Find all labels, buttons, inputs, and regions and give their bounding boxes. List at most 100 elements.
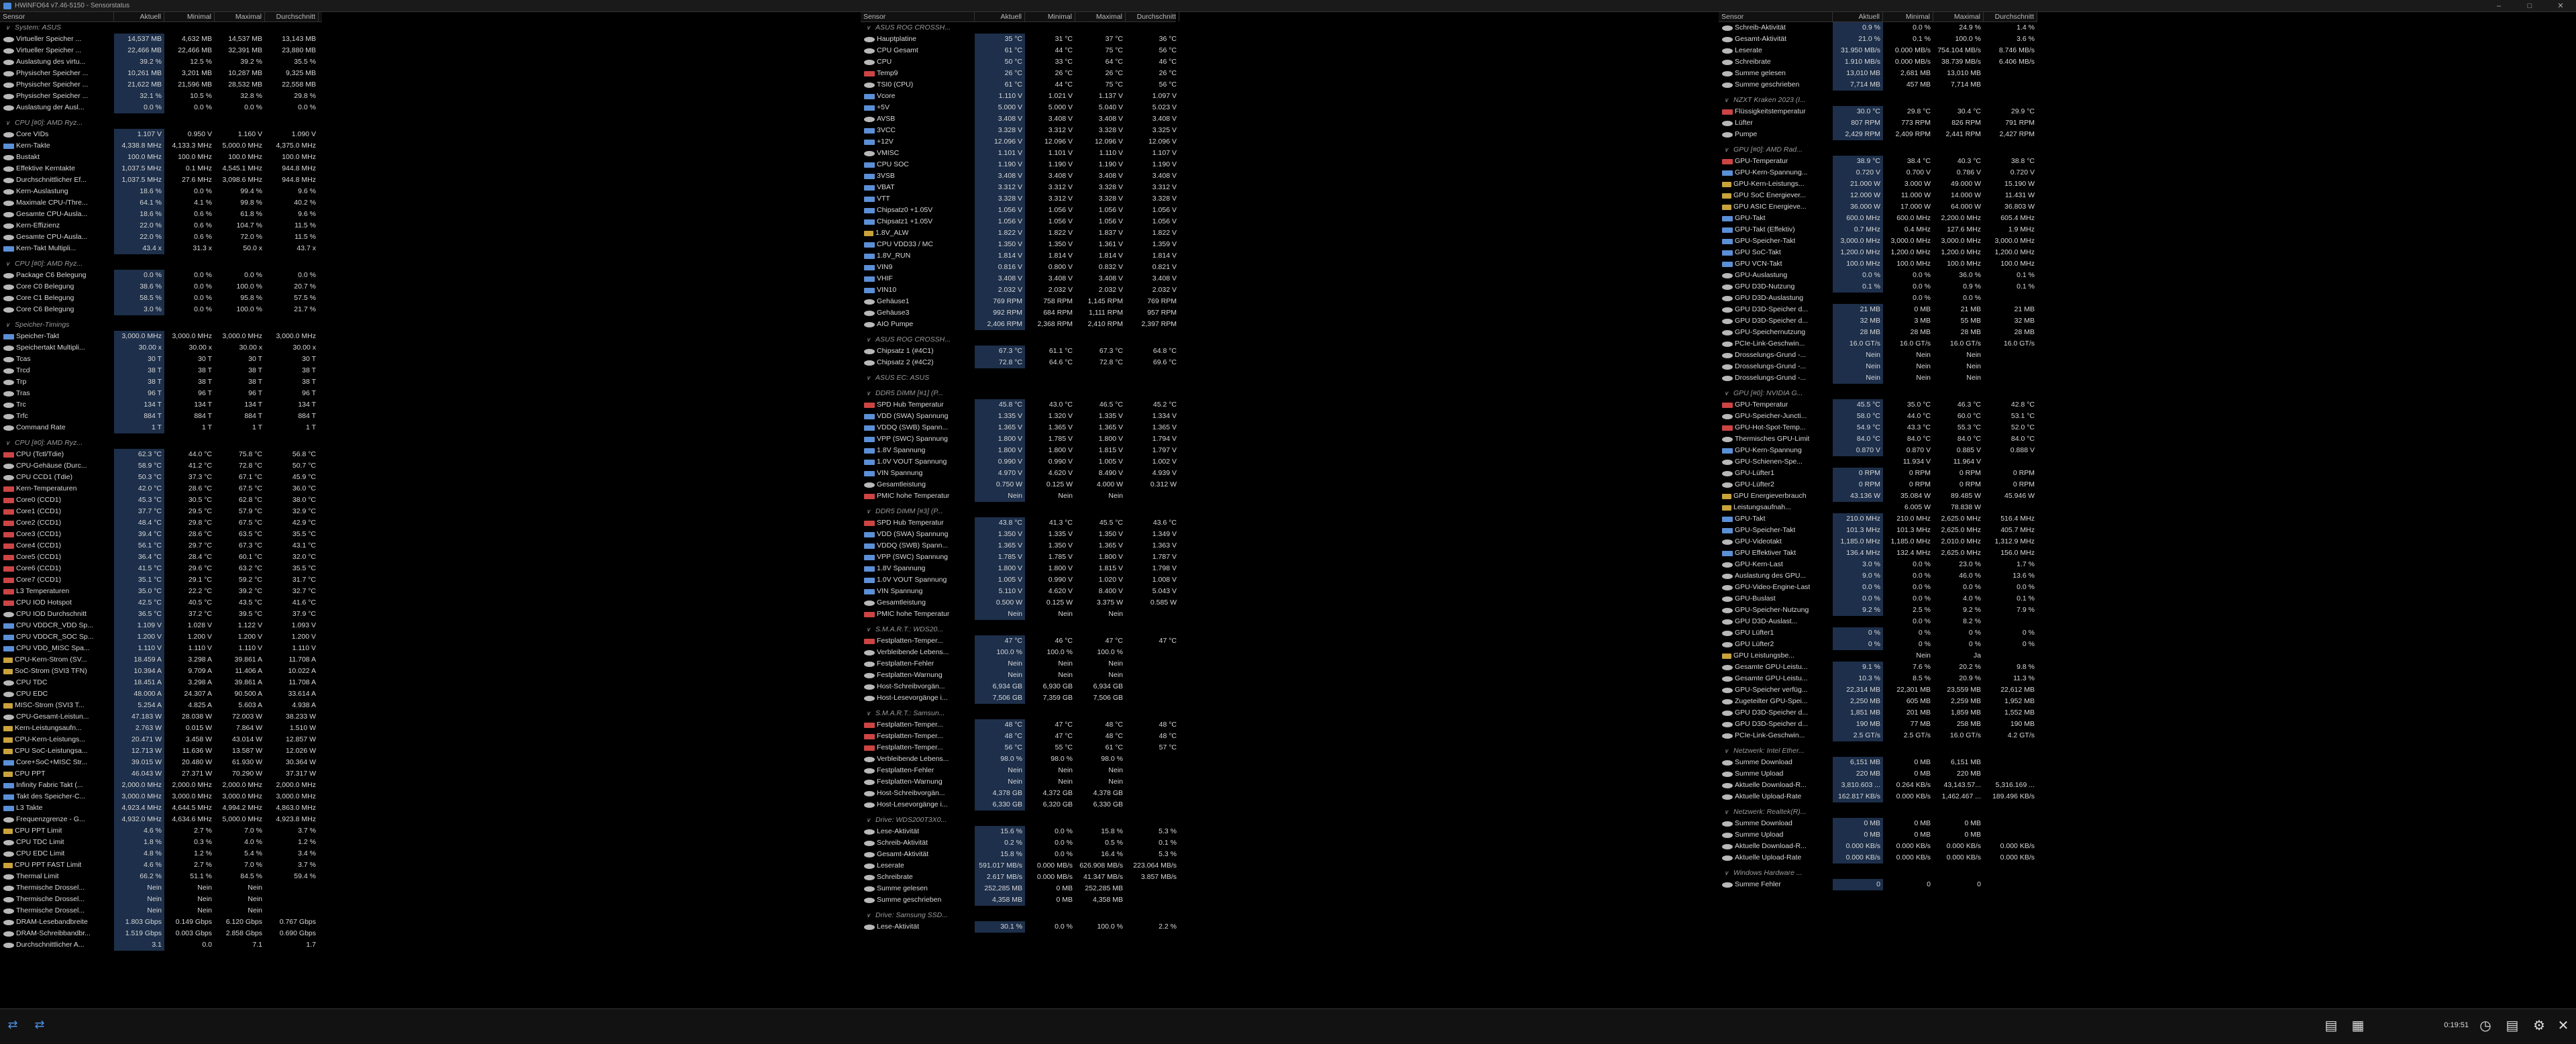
sensor-row[interactable]: Gesamtleistung 0.750 W 0.125 W 4.000 W 0.312… xyxy=(861,479,1177,490)
sensor-row[interactable]: GPU ASIC Energieve... 36.000 W 17.000 W 64.… xyxy=(1719,201,2037,213)
collapse-icon[interactable]: ∨ xyxy=(863,815,875,826)
sensor-row[interactable]: Drosselungs-Grund -... Nein Nein Nein xyxy=(1719,372,2037,384)
sensor-row[interactable]: Auslastung des GPU... 9.0 % 0.0 % 46.0 % 13.… xyxy=(1719,570,2037,582)
sensor-row[interactable]: DRAM-Lesebandbreite 1.803 Gbps 0.149 Gbps 6… xyxy=(0,917,322,928)
sensor-row[interactable]: CPU EDC 48.000 A 24.307 A 90.500 A 33.614 A xyxy=(0,688,322,700)
collapse-icon[interactable]: ∨ xyxy=(863,708,875,719)
sensor-row[interactable]: GPU-Lüfter1 0 RPM 0 RPM 0 RPM 0 RPM xyxy=(1719,468,2037,479)
collapse-icon[interactable]: ∨ xyxy=(1721,388,1733,399)
column-header-cell[interactable]: Aktuell xyxy=(975,12,1025,21)
column-header-cell[interactable]: Aktuell xyxy=(114,12,164,21)
sensor-row[interactable]: PCIe-Link-Geschwin... 2.5 GT/s 2.5 GT/s 16.… xyxy=(1719,730,2037,741)
sensor-row[interactable]: Physischer Speicher ... 21,622 MB 21,596 M… xyxy=(0,79,322,91)
sensor-row[interactable]: GPU-Takt 600.0 MHz 600.0 MHz 2,200.0 MHz 605… xyxy=(1719,213,2037,224)
sensor-row[interactable]: Chipsatz 1 (#4C1) 67.3 °C 61.1 °C 67.3 °C 64… xyxy=(861,346,1177,357)
sensor-row[interactable]: Auslastung des virtu... 39.2 % 12.5 % 39.2 … xyxy=(0,56,322,68)
sensor-row[interactable]: Festplatten-Temper... 48 °C 47 °C 48 °C 48 °… xyxy=(861,731,1177,742)
sensor-row[interactable]: GPU-Kern-Spannung... 0.720 V 0.700 V 0.786 … xyxy=(1719,167,2037,178)
sensor-row[interactable]: Hauptplatine 35 °C 31 °C 37 °C 36 °C xyxy=(861,34,1177,45)
sensor-row[interactable]: Aktuelle Upload-Rate 0.000 KB/s 0.000 KB/s… xyxy=(1719,852,2037,864)
sensor-row[interactable]: GPU D3D-Speicher d... 190 MB 77 MB 258 MB 19… xyxy=(1719,719,2037,730)
sensor-row[interactable]: CPU VDD_MISC Spa... 1.110 V 1.110 V 1.110 V… xyxy=(0,643,322,654)
sensor-row[interactable]: GPU SoC-Takt 1,200.0 MHz 1,200.0 MHz 1,200.… xyxy=(1719,247,2037,258)
sensor-row[interactable]: Durchschnittlicher A... 3.1 0.0 7.1 1.7 xyxy=(0,939,322,951)
sensor-row[interactable]: Takt des Speicher-C... 3,000.0 MHz 3,000.0… xyxy=(0,791,322,802)
sensor-row[interactable]: GPU-Kern-Last 3.0 % 0.0 % 23.0 % 1.7 % xyxy=(1719,559,2037,570)
sensor-row[interactable]: Core5 (CCD1) 36.4 °C 28.4 °C 60.1 °C 32.0 °C xyxy=(0,552,322,563)
sensor-row[interactable]: Festplatten-Warnung Nein Nein Nein xyxy=(861,670,1176,681)
sensor-row[interactable]: Zugeteilter GPU-Spei... 2,250 MB 605 MB 2,2… xyxy=(1719,696,2037,707)
sensor-row[interactable]: Gesamtleistung 0.500 W 0.125 W 3.375 W 0.585… xyxy=(861,597,1177,609)
sensor-row[interactable]: Host-Schreibvorgän... 4,378 GB 4,372 GB 4,3… xyxy=(861,788,1176,799)
sensor-row[interactable]: GPU Effektiver Takt 136.4 MHz 132.4 MHz 2,6… xyxy=(1719,547,2037,559)
clock-icon[interactable]: ◷ xyxy=(2475,1016,2496,1035)
sensor-group-header[interactable]: ∨ Windows Hardware ... xyxy=(1719,868,2037,879)
sensor-row[interactable]: GPU-Schienen-Spe... 11.934 V 11.964 V xyxy=(1719,456,2037,468)
sensor-row[interactable]: Festplatten-Fehler Nein Nein Nein xyxy=(861,658,1176,670)
sensor-row[interactable]: CPU SOC 1.190 V 1.190 V 1.190 V 1.190 V xyxy=(861,159,1177,170)
sensor-group-header[interactable]: ∨ CPU [#0]: AMD Ryz... xyxy=(0,437,322,449)
sensor-row[interactable]: TSI0 (CPU) 61 °C 44 °C 75 °C 56 °C xyxy=(861,79,1177,91)
collapse-icon[interactable]: ∨ xyxy=(3,437,15,449)
sensor-row[interactable]: Schreibrate 2.617 MB/s 0.000 MB/s 41.347 MB… xyxy=(861,872,1177,883)
sensor-row[interactable]: VDDQ (SWB) Spann... 1.365 V 1.350 V 1.365 V… xyxy=(861,540,1177,552)
sensor-row[interactable]: GPU D3D-Speicher d... 32 MB 3 MB 55 MB 32 MB xyxy=(1719,315,2037,327)
sensor-row[interactable]: Core C0 Belegung 38.6 % 0.0 % 100.0 % 20.7 % xyxy=(0,281,322,293)
sensor-row[interactable]: Festplatten-Temper... 47 °C 46 °C 47 °C 47 °… xyxy=(861,635,1177,647)
sensor-row[interactable]: CPU TDC 18.451 A 3.298 A 39.861 A 11.708 A xyxy=(0,677,322,688)
sensor-row[interactable]: 1.8V Spannung 1.800 V 1.800 V 1.815 V 1.797 … xyxy=(861,445,1177,456)
sensor-row[interactable]: GPU-Kern-Spannung 0.870 V 0.870 V 0.885 V 0.… xyxy=(1719,445,2037,456)
sensor-row[interactable]: Trc 134 T 134 T 134 T 134 T xyxy=(0,399,322,411)
sensor-row[interactable]: GPU-Videotakt 1,185.0 MHz 1,185.0 MHz 2,010… xyxy=(1719,536,2037,547)
sensor-row[interactable]: Gesamt-Aktivität 15.8 % 0.0 % 16.4 % 5.3 % xyxy=(861,849,1177,860)
sensor-group-header[interactable]: ∨ ASUS ROG CROSSH... xyxy=(861,22,1176,34)
sensor-row[interactable]: Aktuelle Download-R... 0.000 KB/s 0.000 KB… xyxy=(1719,841,2037,852)
sensor-group-header[interactable]: ∨ Netzwerk: Realtek(R)... xyxy=(1719,806,2037,818)
sensor-row[interactable]: Speichertakt Multipli... 30.00 x 30.00 x 30… xyxy=(0,342,322,354)
column-header-cell[interactable]: Durchschnitt xyxy=(265,12,319,21)
sensor-row[interactable]: Kern-Effizienz 22.0 % 0.6 % 104.7 % 11.5 % xyxy=(0,220,322,231)
sensor-row[interactable]: CPU PPT FAST Limit 4.6 % 2.7 % 7.0 % 3.7 % xyxy=(0,859,322,871)
sensor-row[interactable]: DRAM-Schreibbandbr... 1.519 Gbps 0.003 Gbp… xyxy=(0,928,322,939)
sensor-row[interactable]: CPU VDDCR_SOC Sp... 1.200 V 1.200 V 1.200 V… xyxy=(0,631,322,643)
collapse-icon[interactable]: ∨ xyxy=(3,258,15,270)
sensor-row[interactable]: Durchschnittlicher Ef... 1,037.5 MHz 27.6 … xyxy=(0,174,322,186)
sensor-row[interactable]: Kern-Takte 4,338.8 MHz 4,133.3 MHz 5,000.0 … xyxy=(0,140,322,152)
column-header-cell[interactable]: Sensor xyxy=(1719,12,1833,21)
sensor-row[interactable]: GPU D3D-Speicher d... 21 MB 0 MB 21 MB 21 MB xyxy=(1719,304,2037,315)
sensor-row[interactable]: Effektive Kerntakte 1,037.5 MHz 0.1 MHz 4,5… xyxy=(0,163,322,174)
sensor-row[interactable]: Core3 (CCD1) 39.4 °C 28.6 °C 63.5 °C 35.5 °C xyxy=(0,529,322,540)
sensor-row[interactable]: VHIF 3.408 V 3.408 V 3.408 V 3.408 V xyxy=(861,273,1177,284)
sensor-row[interactable]: SPD Hub Temperatur 45.8 °C 43.0 °C 46.5 °C 4… xyxy=(861,399,1177,411)
collapse-icon[interactable]: ∨ xyxy=(1721,144,1733,156)
sensor-row[interactable]: CPU-Kern-Leistungs... 20.471 W 3.458 W 43.0… xyxy=(0,734,322,745)
sensor-row[interactable]: Frequenzgrenze - G... 4,932.0 MHz 4,634.6 … xyxy=(0,814,322,825)
sensor-row[interactable]: Summe geschrieben 4,358 MB 0 MB 4,358 MB xyxy=(861,894,1176,906)
sensor-row[interactable]: Festplatten-Temper... 56 °C 55 °C 61 °C 57 °… xyxy=(861,742,1177,753)
sensor-row[interactable]: GPU-Kern-Leistungs... 21.000 W 3.000 W 49.0… xyxy=(1719,178,2037,190)
sensor-row[interactable]: CPU TDC Limit 1.8 % 0.3 % 4.0 % 1.2 % xyxy=(0,837,322,848)
sensor-row[interactable]: Aktuelle Upload-Rate 162.817 KB/s 0.000 KB… xyxy=(1719,791,2037,802)
collapse-icon[interactable]: ∨ xyxy=(863,372,875,384)
sensor-group-header[interactable]: ∨ ASUS EC: ASUS xyxy=(861,372,1176,384)
sensor-group-header[interactable]: ∨ GPU [#0]: NVIDIA G... xyxy=(1719,388,2037,399)
sensor-row[interactable]: GPU-Speichernutzung 28 MB 28 MB 28 MB 28 MB xyxy=(1719,327,2037,338)
sensor-row[interactable]: Bustakt 100.0 MHz 100.0 MHz 100.0 MHz 100.0 … xyxy=(0,152,322,163)
sensor-row[interactable]: VDD (SWA) Spannung 1.350 V 1.335 V 1.350 V1… xyxy=(861,529,1177,540)
sensor-row[interactable]: Kern-Auslastung 18.6 % 0.0 % 99.4 % 9.6 % xyxy=(0,186,322,197)
sensor-row[interactable]: AIO Pumpe 2,406 RPM 2,368 RPM 2,410 RPM 2,39… xyxy=(861,319,1177,330)
sensor-row[interactable]: Summe Upload 0 MB 0 MB 0 MB xyxy=(1719,829,2037,841)
sensor-row[interactable]: GPU Lüfter1 0 % 0 % 0 % 0 % xyxy=(1719,627,2037,639)
collapse-icon[interactable]: ∨ xyxy=(863,624,875,635)
column-header-cell[interactable]: Sensor xyxy=(861,12,975,21)
sensor-row[interactable]: VDD (SWA) Spannung 1.335 V 1.320 V 1.335 V1… xyxy=(861,411,1177,422)
sensor-row[interactable]: Lese-Aktivität 30.1 % 0.0 % 100.0 % 2.2 % xyxy=(861,921,1177,933)
sensor-row[interactable]: Auslastung der Ausl... 0.0 % 0.0 % 0.0 % 0.0… xyxy=(0,102,322,113)
sensor-row[interactable]: Kern-Leistungsaufn... 2.763 W 0.015 W 7.864… xyxy=(0,723,322,734)
sensor-row[interactable]: CPU IOD Durchschnitt 36.5 °C 37.2 °C 39.5 °… xyxy=(0,609,322,620)
sensor-row[interactable]: PMIC hohe Temperatur Nein Nein Nein xyxy=(861,490,1176,502)
sensor-row[interactable]: CPU Gesamt 61 °C 44 °C 75 °C 56 °C xyxy=(861,45,1177,56)
collapse-icon[interactable]: ∨ xyxy=(3,117,15,129)
sensor-group-header[interactable]: ∨ GPU [#0]: AMD Rad... xyxy=(1719,144,2037,156)
sensor-row[interactable]: GPU-Temperatur 45.5 °C 35.0 °C 46.3 °C 42.8 … xyxy=(1719,399,2037,411)
